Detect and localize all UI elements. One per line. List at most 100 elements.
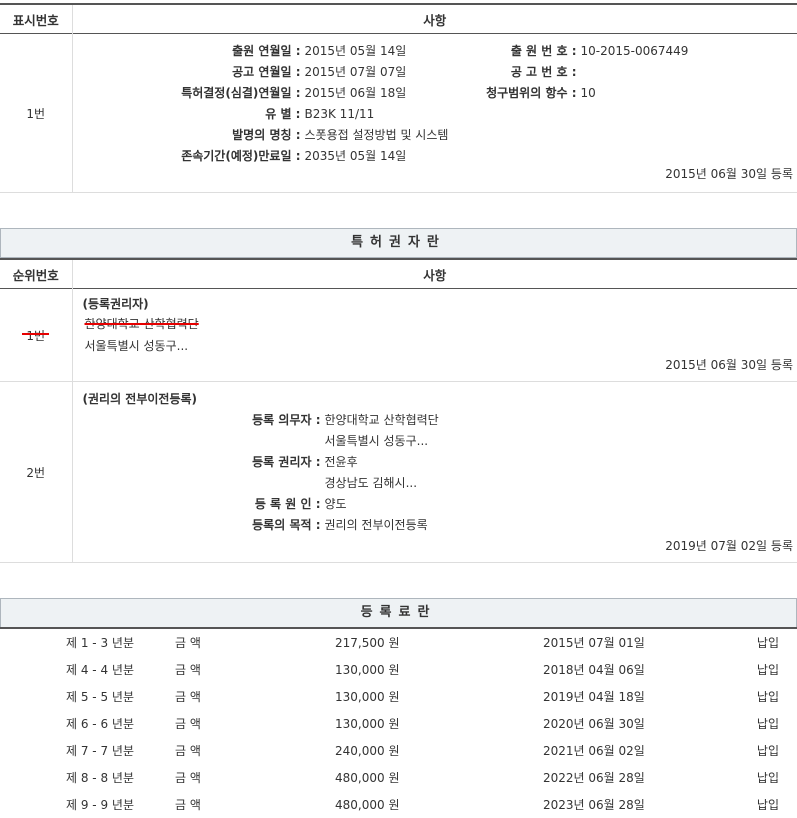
fees-table: 제 1 - 3 년분 금 액 217,500 원 2015년 07월 01일 납입 제 4… (0, 627, 797, 818)
fee-amount-label: 금 액 (175, 663, 201, 677)
registration-details: 출원 연월일 :2015년 05월 14일 공고 연월일 :2015년 07월 0… (72, 34, 797, 193)
fee-status: 납입 (756, 690, 779, 704)
transfer-field-value: 경상남도 김해시... (324, 476, 418, 490)
row-number: 1번 (0, 33, 73, 193)
info-field-row: 청구범위의 항수 :10 (453, 83, 793, 104)
fee-payment-date: 2015년 07월 01일 (543, 636, 645, 650)
info-field-label: 공고 연월일 : (232, 65, 301, 79)
owner-heading: (등록권리자) (82, 297, 149, 311)
owner-row-2: 2번 (권리의 전부이전등록) 등록 의무자 : 한양대학교 산학협력단 서울특별시… (0, 381, 797, 563)
struck-row-number: 1번 (22, 328, 49, 343)
header-details: 사항 (72, 4, 797, 34)
fee-status: 납입 (756, 798, 779, 812)
info-field-value: B23K 11/11 (304, 107, 375, 121)
owner-row-number: 2번 (0, 381, 73, 563)
transfer-details: (권리의 전부이전등록) 등록 의무자 : 한양대학교 산학협력단 서울특별시 성동… (72, 382, 797, 563)
info-field-row: 특허결정(심결)연월일 :2015년 06월 18일 (73, 83, 503, 104)
fee-period: 제 4 - 4 년분 (66, 663, 134, 677)
owner-name: 한양대학교 산학협력단 (84, 317, 199, 331)
fee-row: 제 9 - 9 년분 금 액 480,000 원 2023년 06월 28일 납입 (0, 791, 797, 818)
fee-amount: 130,000 원 (335, 717, 400, 731)
info-field-row: 존속기간(예정)만료일 :2035년 05월 14일 (73, 146, 503, 167)
fee-amount-label: 금 액 (175, 771, 201, 785)
owner-reg-date: 2015년 06월 30일 등록 (665, 358, 793, 372)
fee-period: 제 7 - 7 년분 (66, 744, 134, 758)
info-field-label: 출 원 번 호 : (510, 44, 577, 58)
fee-payment-date: 2019년 04월 18일 (543, 690, 645, 704)
fee-amount: 130,000 원 (335, 663, 400, 677)
fee-payment-date: 2018년 04월 06일 (543, 663, 645, 677)
owner-row-number: 1번 (0, 288, 73, 382)
fee-amount: 217,500 원 (335, 636, 400, 650)
transfer-field-label: 등록의 목적 : (252, 518, 321, 532)
fee-amount-label: 금 액 (175, 798, 201, 812)
fee-payment-date: 2023년 06월 28일 (543, 798, 645, 812)
registration-table: 표시번호 사항 1번 출원 연월일 :2015년 05월 14일 공고 연월일 :… (0, 3, 797, 193)
owners-table: 순위번호 사항 1번 (등록권리자) 한양대학교 산학협력단 서울특별시 성동구… (0, 258, 797, 563)
transfer-heading: (권리의 전부이전등록) (82, 392, 198, 406)
info-field-value: 스폿용접 설정방법 및 시스템 (304, 128, 449, 142)
fee-amount-label: 금 액 (175, 636, 201, 650)
fee-row: 제 1 - 3 년분 금 액 217,500 원 2015년 07월 01일 납입 (0, 628, 797, 656)
owner-details: (등록권리자) 한양대학교 산학협력단 서울특별시 성동구... 2015년 0… (72, 289, 797, 382)
info-field-label: 특허결정(심결)연월일 : (181, 86, 301, 100)
fee-status: 납입 (756, 663, 779, 677)
header-rank-number: 순위번호 (0, 259, 73, 289)
fee-period: 제 9 - 9 년분 (66, 798, 134, 812)
transfer-field-row: 등록 의무자 : 한양대학교 산학협력단 (73, 410, 573, 431)
fees-section-title: 등록료란 (0, 598, 797, 628)
info-field-label: 공 고 번 호 : (510, 65, 577, 79)
info-field-value: 10 (580, 86, 596, 100)
fee-status: 납입 (756, 636, 779, 650)
transfer-field-label (73, 473, 321, 494)
info-field-label: 유 별 : (265, 107, 301, 121)
transfer-field-value: 한양대학교 산학협력단 (324, 413, 439, 427)
transfer-field-label: 등록 권리자 : (252, 455, 321, 469)
info-field-label: 출원 연월일 : (232, 44, 301, 58)
info-field-value: 10-2015-0067449 (580, 44, 689, 58)
fee-period: 제 8 - 8 년분 (66, 771, 134, 785)
transfer-field-value: 양도 (324, 497, 347, 511)
info-field-label: 발명의 명칭 : (232, 128, 301, 142)
fee-amount-label: 금 액 (175, 690, 201, 704)
transfer-field-label: 등록 의무자 : (252, 413, 321, 427)
info-field-row: 발명의 명칭 : 스폿용접 설정방법 및 시스템 (73, 125, 503, 146)
fee-payment-date: 2021년 06월 02일 (543, 744, 645, 758)
info-field-label: 존속기간(예정)만료일 : (181, 149, 301, 163)
fee-row: 제 4 - 4 년분 금 액 130,000 원 2018년 04월 06일 납입 (0, 656, 797, 683)
fee-row: 제 8 - 8 년분 금 액 480,000 원 2022년 06월 28일 납입 (0, 764, 797, 791)
info-field-label: 청구범위의 항수 : (486, 86, 577, 100)
fee-status: 납입 (756, 717, 779, 731)
transfer-field-value: 전윤후 (324, 455, 358, 469)
fee-period: 제 1 - 3 년분 (66, 636, 134, 650)
fee-row: 제 5 - 5 년분 금 액 130,000 원 2019년 04월 18일 납입 (0, 683, 797, 710)
transfer-field-row: 등록 권리자 : 전윤후 (73, 452, 573, 473)
fee-amount: 480,000 원 (335, 771, 400, 785)
left-fields: 출원 연월일 :2015년 05월 14일 공고 연월일 :2015년 07월 0… (73, 41, 503, 167)
info-field-row: 공고 연월일 :2015년 07월 07일 (73, 62, 503, 83)
transfer-field-value: 권리의 전부이전등록 (324, 518, 428, 532)
fee-amount-label: 금 액 (175, 717, 201, 731)
header-display-number: 표시번호 (0, 4, 73, 34)
owners-section-title: 특허권자란 (0, 228, 797, 258)
registration-date: 2015년 06월 30일 등록 (665, 167, 793, 181)
info-field-row: 공 고 번 호 : (453, 62, 793, 83)
owner-address: 서울특별시 성동구... (84, 339, 189, 353)
transfer-field-label: 등 록 원 인 : (254, 497, 321, 511)
right-fields: 출 원 번 호 :10-2015-0067449 공 고 번 호 : 청구범위의 항… (453, 41, 793, 104)
info-field-row: 출원 연월일 :2015년 05월 14일 (73, 41, 503, 62)
registration-row: 1번 출원 연월일 :2015년 05월 14일 공고 연월일 :2015년 07… (0, 33, 797, 193)
transfer-field-row: 등 록 원 인 : 양도 (73, 494, 573, 515)
registration-header-row: 표시번호 사항 (0, 4, 797, 34)
header-details: 사항 (72, 259, 797, 289)
fee-status: 납입 (756, 744, 779, 758)
fee-period: 제 5 - 5 년분 (66, 690, 134, 704)
transfer-field-label (73, 431, 321, 452)
transfer-field-row: 경상남도 김해시... (73, 473, 573, 494)
owners-header-row: 순위번호 사항 (0, 259, 797, 289)
fee-amount: 240,000 원 (335, 744, 400, 758)
fee-amount: 130,000 원 (335, 690, 400, 704)
info-field-row: 출 원 번 호 :10-2015-0067449 (453, 41, 793, 62)
transfer-reg-date: 2019년 07월 02일 등록 (665, 539, 793, 553)
transfer-field-row: 등록의 목적 : 권리의 전부이전등록 (73, 515, 573, 536)
